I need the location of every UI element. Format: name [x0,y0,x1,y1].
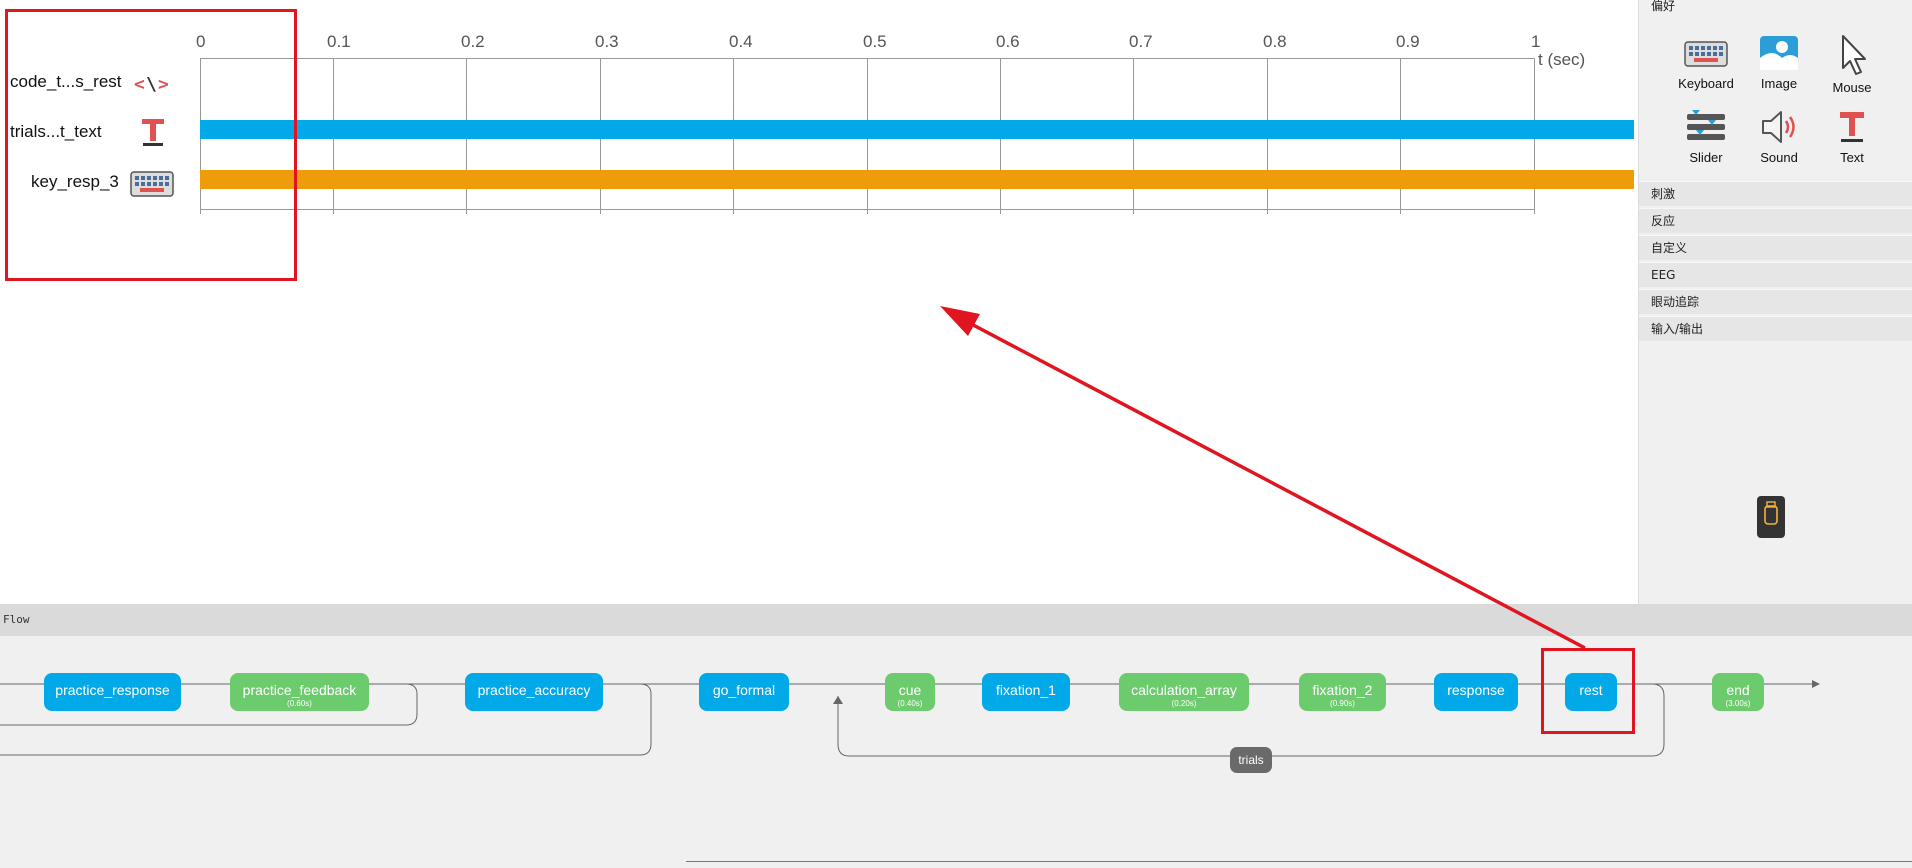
slider-label: Slider [1689,150,1723,165]
routine-label: calculation_array [1131,682,1237,698]
sound-component-button[interactable]: Sound [1742,108,1816,178]
routine-label: practice_accuracy [477,682,591,698]
text-icon [1840,112,1864,142]
sound-label: Sound [1760,150,1798,165]
routine-label: practice_response [55,682,170,698]
mouse-component-button[interactable]: Mouse [1815,34,1889,104]
flow-routine-practice-accuracy[interactable]: practice_accuracy [465,673,603,711]
tick-label: 0.5 [863,32,887,51]
keyboard-icon [1684,41,1728,67]
slider-component-button[interactable]: Slider [1669,108,1743,178]
routine-label: fixation_1 [996,682,1056,698]
category-responses[interactable]: 反应 [1639,208,1912,233]
flow-routine-calculation-array[interactable]: calculation_array (0.20s) [1119,673,1249,711]
flow-panel-header: Flow [0,604,1912,636]
highlight-box [1541,648,1635,734]
highlight-box [5,9,297,281]
tick-label: 1 [1531,32,1541,51]
image-icon [1760,36,1798,70]
sound-icon [1762,111,1795,143]
text-label: Text [1840,150,1864,165]
mouse-icon [1842,35,1866,75]
tick-label: 0.1 [327,32,351,51]
routine-duration: (0.60s) [287,699,312,708]
flow-routine-end[interactable]: end (3.00s) [1712,673,1764,711]
flow-panel: practice_response practice_feedback (0.6… [0,636,1912,868]
slider-icon [1687,110,1725,140]
keyboard-duration-bar[interactable] [200,170,1634,189]
flow-routine-fixation-1[interactable]: fixation_1 [982,673,1070,711]
flow-routine-practice-feedback[interactable]: practice_feedback (0.60s) [230,673,369,711]
routine-duration: (3.00s) [1725,699,1751,708]
flow-routine-response[interactable]: response [1434,673,1518,711]
category-eeg[interactable]: EEG [1639,262,1912,287]
tick-label: 0.4 [729,32,753,51]
keyboard-component-button[interactable]: Keyboard [1669,34,1743,104]
category-io[interactable]: 输入/输出 [1639,316,1912,341]
routine-label: go_formal [712,682,776,698]
routine-label: cue [898,682,922,698]
image-component-button[interactable]: Image [1742,34,1816,104]
time-unit-label: t (sec) [1538,50,1586,69]
routine-timeline: 0 0.1 0.2 0.3 0.4 0.5 0.6 0.7 0.8 0.9 1 … [0,0,1634,604]
tick-label: 0.8 [1263,32,1287,51]
usb-device-icon[interactable] [1757,496,1785,538]
favorites-header[interactable]: 偏好 [1651,0,1675,14]
category-custom[interactable]: 自定义 [1639,235,1912,260]
axis-top-line [200,58,1534,59]
routine-duration: (0.40s) [897,699,923,708]
tick-label: 0.6 [996,32,1020,51]
routine-label: practice_feedback [242,682,357,698]
tick-label: 0.9 [1396,32,1420,51]
routine-duration: (0.20s) [1171,699,1197,708]
tick-label: 0.3 [595,32,619,51]
mouse-label: Mouse [1832,80,1872,95]
components-panel: 偏好 Keyboard Image Mouse Slider Sound Tex… [1638,0,1912,604]
flow-scrollbar[interactable] [686,861,1912,862]
routine-label: end [1726,682,1750,698]
flow-routine-go-formal[interactable]: go_formal [699,673,789,711]
routine-label: fixation_2 [1312,682,1373,698]
axis-bottom-line [200,209,1534,210]
routine-duration: (0.90s) [1330,699,1355,708]
category-eyetracking[interactable]: 眼动追踪 [1639,289,1912,314]
routine-label: response [1447,682,1505,698]
keyboard-label: Keyboard [1678,76,1734,91]
image-label: Image [1760,76,1798,91]
loop-trials-badge[interactable]: trials [1230,747,1272,773]
tick-label: 0.7 [1129,32,1153,51]
tick-label: 0.2 [461,32,485,51]
text-component-button[interactable]: Text [1815,108,1889,178]
text-duration-bar[interactable] [200,120,1634,139]
flow-routine-practice-response[interactable]: practice_response [44,673,181,711]
category-stimuli[interactable]: 刺激 [1639,181,1912,206]
flow-routine-cue[interactable]: cue (0.40s) [885,673,935,711]
flow-routine-fixation-2[interactable]: fixation_2 (0.90s) [1299,673,1386,711]
